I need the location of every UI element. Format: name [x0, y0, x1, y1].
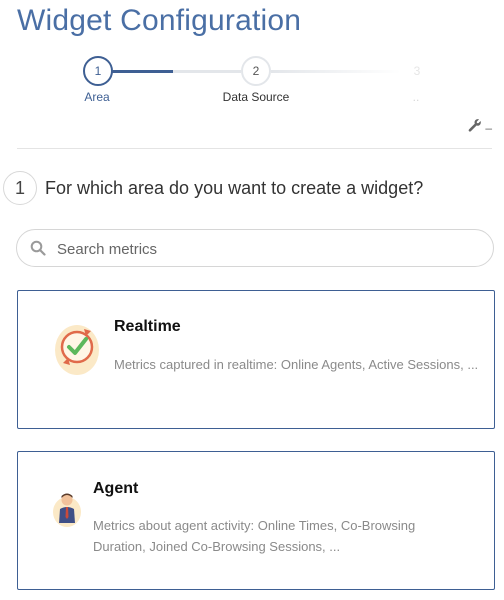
stepper-progress-line — [111, 70, 173, 73]
toolbar: – — [467, 118, 492, 138]
area-card-agent[interactable]: Agent Metrics about agent activity: Onli… — [17, 451, 495, 590]
stepper-line — [271, 70, 401, 73]
stepper: 1 2 3 Area Data Source .. — [0, 56, 504, 116]
search-input[interactable] — [55, 238, 479, 260]
area-card-realtime[interactable]: Realtime Metrics captured in realtime: O… — [17, 290, 495, 429]
card-title: Agent — [93, 480, 139, 497]
agent-icon — [51, 490, 83, 533]
step-2-indicator[interactable]: 2 — [241, 56, 271, 86]
step-1-label[interactable]: Area — [84, 90, 109, 104]
search-box[interactable] — [16, 229, 494, 267]
question-number: 1 — [3, 171, 37, 205]
step-2-label[interactable]: Data Source — [223, 90, 290, 104]
divider — [17, 148, 492, 149]
question-text: For which area do you want to create a w… — [45, 178, 424, 198]
step-1-indicator[interactable]: 1 — [83, 56, 113, 86]
page-title: Widget Configuration — [17, 4, 302, 37]
search-icon — [30, 240, 46, 261]
card-title: Realtime — [114, 318, 181, 335]
card-description: Metrics captured in realtime: Online Age… — [114, 357, 479, 372]
collapse-button[interactable]: – — [485, 121, 492, 135]
step-3-indicator: 3 — [402, 56, 432, 86]
realtime-icon — [51, 319, 103, 382]
wrench-icon[interactable] — [467, 118, 482, 138]
card-description: Metrics about agent activity: Online Tim… — [93, 518, 416, 554]
step-3-label: .. — [412, 90, 420, 104]
stepper-line — [173, 70, 241, 73]
